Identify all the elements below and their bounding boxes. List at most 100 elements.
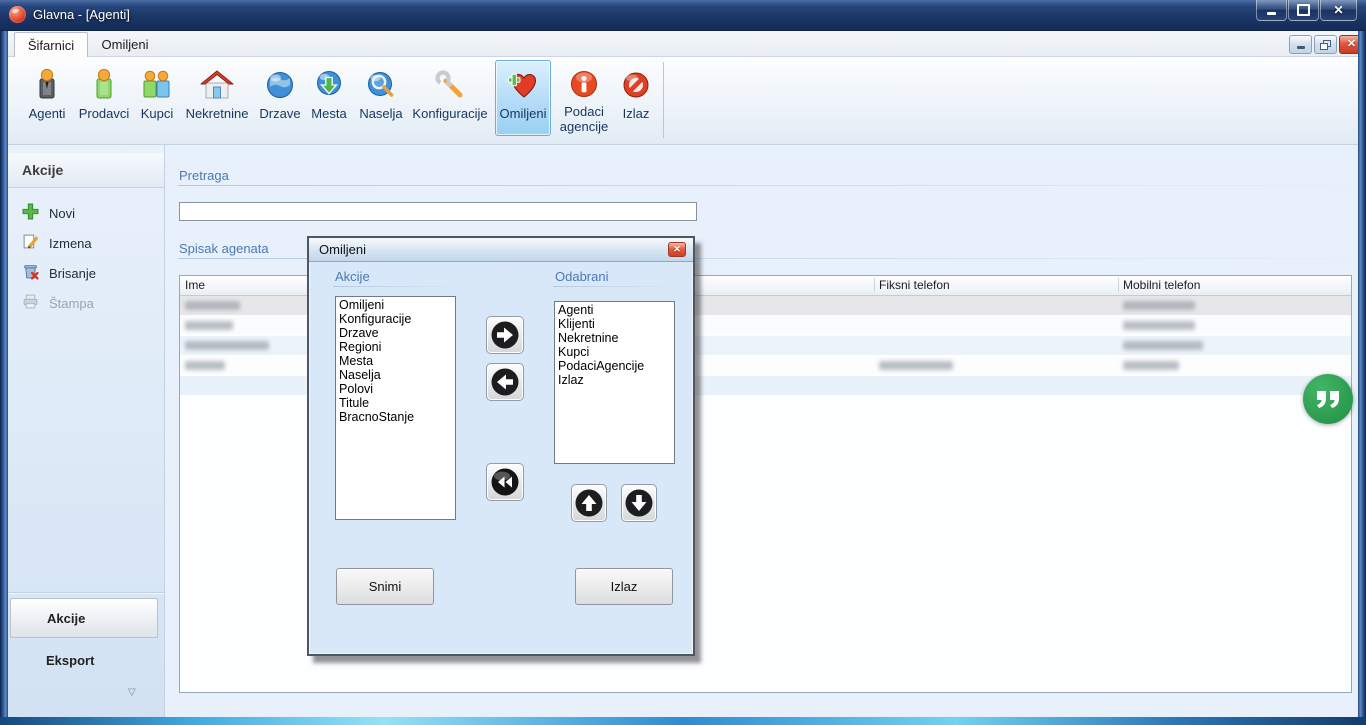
tab-strip: Šifarnici Omiljeni ✕ [8,30,1358,57]
toolbar-item-mesta[interactable]: Mesta [308,60,350,136]
list-item[interactable]: BracnoStanje [336,410,455,424]
printer-icon [22,293,39,313]
sidebar-pane-button-eksport[interactable]: Eksport [46,653,94,668]
toolbar-item-label: Prodavci [79,107,130,122]
sidebar: Akcije Novi Izmena Brisanje Štampa Akcij… [8,145,165,717]
toolbar-item-nekretnine[interactable]: Nekretnine [184,60,250,136]
toolbar-item-agenti[interactable]: Agenti [24,60,70,136]
sidebar-pane-button-akcije[interactable]: Akcije [10,598,158,638]
sidebar-separator [8,592,164,593]
sidebar-item-brisanje[interactable]: Brisanje [8,260,164,286]
application-window: Glavna - [Agenti] ✕ Šifarnici Omiljeni ✕… [0,0,1366,725]
person-green-icon [88,66,120,104]
dialog-titlebar[interactable]: Omiljeni [309,238,693,262]
list-item[interactable]: Omiljeni [336,298,455,312]
toolbar-item-label: Naselja [359,107,402,122]
window-border-bottom [0,717,1366,725]
toolbar-item-izlaz[interactable]: Izlaz [617,60,655,136]
person-badge-icon [31,66,63,104]
window-maximize-button[interactable] [1288,0,1319,21]
edit-icon [22,233,39,253]
list-item[interactable]: Polovi [336,382,455,396]
save-button[interactable]: Snimi [336,568,434,605]
list-item[interactable]: Nekretnine [555,331,674,345]
window-close-button[interactable]: ✕ [1320,0,1357,21]
move-all-left-button[interactable] [486,463,524,501]
house-icon [199,66,235,104]
titlebar[interactable]: Glavna - [Agenti] [0,0,1366,31]
plus-icon [22,203,39,223]
list-item[interactable]: Regioni [336,340,455,354]
globe-down-arrow-icon [313,66,345,104]
trash-icon [22,263,39,283]
tab-omiljeni[interactable]: Omiljeni [92,32,158,57]
move-up-icon [574,488,604,518]
mdi-minimize-button[interactable] [1289,35,1312,54]
chevron-down-icon[interactable]: ▽ [128,687,136,698]
move-all-left-icon [490,467,520,497]
sidebar-item-novi[interactable]: Novi [8,200,164,226]
sidebar-item-stampa[interactable]: Štampa [8,290,164,316]
move-left-button[interactable] [486,363,524,401]
column-header-fiksni-telefon[interactable]: Fiksni telefon [879,278,950,292]
toolbar-item-label: Izlaz [623,107,650,122]
move-up-button[interactable] [571,484,607,522]
selected-listbox[interactable]: Agenti Klijenti Nekretnine Kupci PodaciA… [554,301,675,464]
group-label-akcije: Akcije [335,269,370,284]
toolbar-item-konfiguracije[interactable]: Konfiguracije [412,60,488,136]
move-down-button[interactable] [621,484,657,522]
chat-overlay-button[interactable] [1303,374,1353,424]
move-left-icon [490,367,520,397]
blurred-cell [1123,321,1195,330]
list-item[interactable]: Kupci [555,345,674,359]
exit-button[interactable]: Izlaz [575,568,673,605]
list-item[interactable]: Klijenti [555,317,674,331]
toolbar-item-drzave[interactable]: Drzave [256,60,304,136]
column-separator [874,278,875,292]
tab-sifarnici[interactable]: Šifarnici [14,32,88,57]
list-item[interactable]: Mesta [336,354,455,368]
sidebar-item-label: Brisanje [49,266,96,281]
close-icon: ✕ [1347,39,1356,50]
list-item[interactable]: Izlaz [555,373,674,387]
toolbar-item-naselja[interactable]: Naselja [356,60,406,136]
group-line [333,286,461,287]
toolbar-item-podaci-agencije[interactable]: Podaci agencije [557,60,611,136]
move-right-icon [490,320,520,350]
list-item[interactable]: Agenti [555,303,674,317]
close-icon: ✕ [1333,4,1343,16]
move-right-button[interactable] [486,316,524,354]
maximize-icon [1297,4,1310,16]
column-header-mobilni-telefon[interactable]: Mobilni telefon [1123,278,1200,292]
sidebar-item-izmena[interactable]: Izmena [8,230,164,256]
toolbar-item-kupci[interactable]: Kupci [136,60,178,136]
blurred-cell [185,341,269,350]
search-input[interactable] [179,202,697,221]
minimize-icon [1267,12,1276,15]
toolbar-item-prodavci[interactable]: Prodavci [76,60,132,136]
sidebar-item-label: Izmena [49,236,92,251]
list-item[interactable]: PodaciAgencije [555,359,674,373]
toolbar-item-label: Drzave [259,107,300,122]
group-label-pretraga: Pretraga [179,168,229,183]
column-header-ime[interactable]: Ime [185,278,205,292]
window-border-left [0,30,8,717]
dialog-close-button[interactable]: ✕ [668,242,686,257]
mdi-restore-button[interactable] [1314,35,1337,54]
close-icon: ✕ [673,244,681,255]
list-item[interactable]: Konfiguracije [336,312,455,326]
globe-icon [264,66,296,104]
app-logo-icon [9,6,26,23]
window-title: Glavna - [Agenti] [33,7,130,22]
minimize-icon [1297,46,1305,49]
list-item[interactable]: Drzave [336,326,455,340]
column-separator [1118,278,1119,292]
sidebar-item-label: Novi [49,206,75,221]
window-minimize-button[interactable] [1256,0,1287,21]
toolbar-separator [663,62,664,138]
list-item[interactable]: Naselja [336,368,455,382]
toolbar-item-omiljeni[interactable]: Omiljeni [495,60,551,136]
list-item[interactable]: Titule [336,396,455,410]
restore-icon [1320,40,1331,50]
available-listbox[interactable]: Omiljeni Konfiguracije Drzave Regioni Me… [335,296,456,520]
